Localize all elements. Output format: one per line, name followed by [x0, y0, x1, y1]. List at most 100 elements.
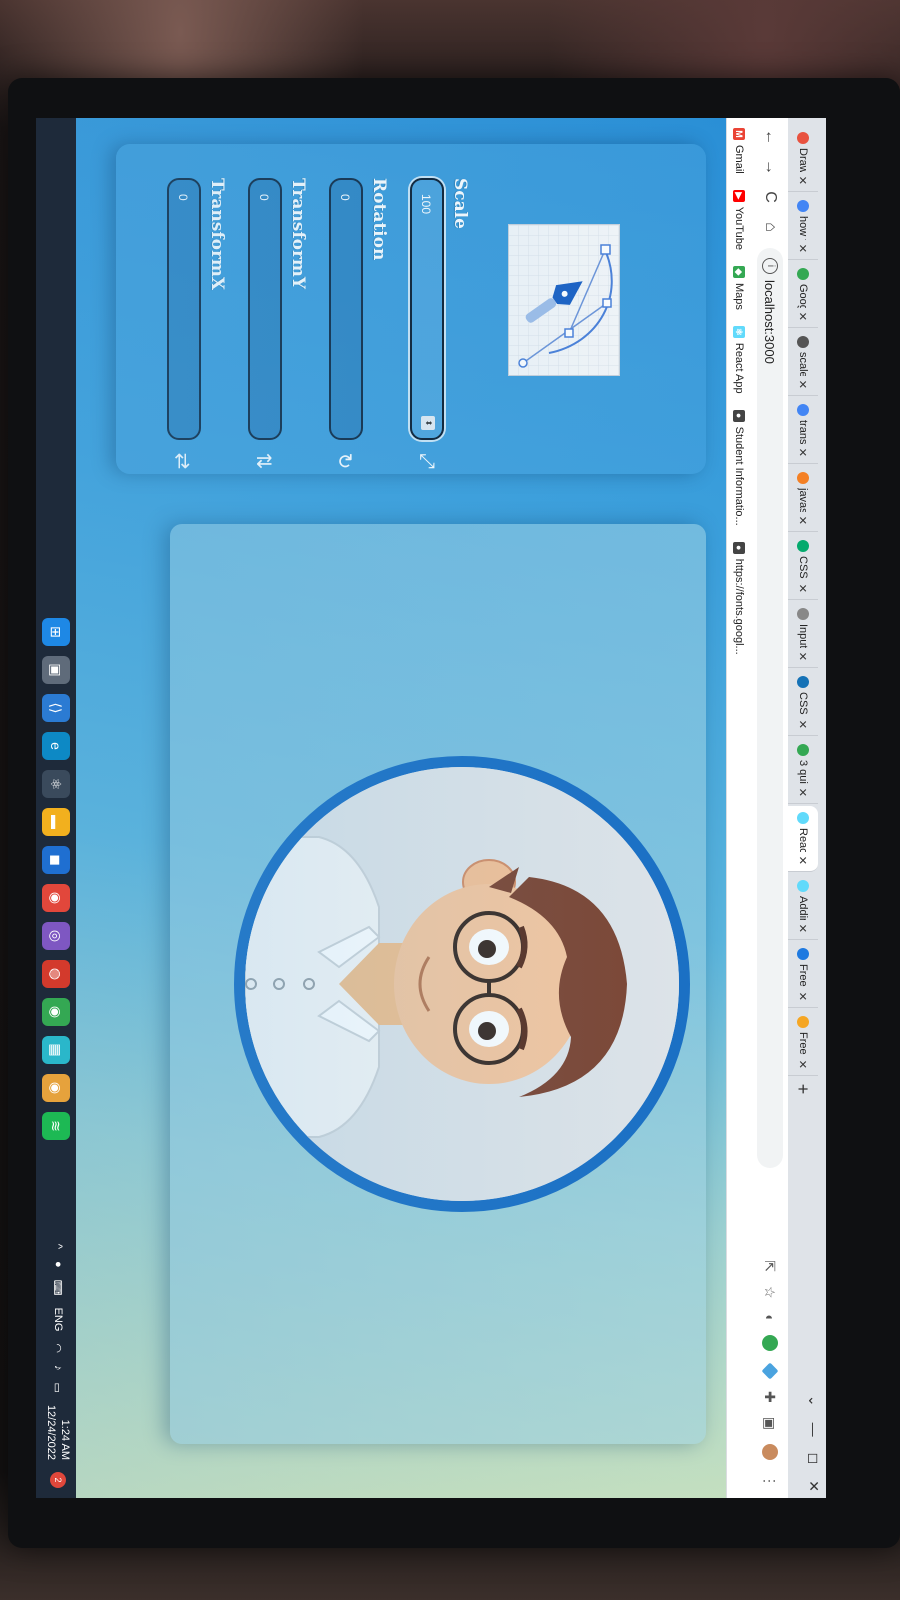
browser-tab[interactable]: javascript ✕: [788, 466, 818, 532]
app-red-icon[interactable]: ◍: [42, 960, 70, 988]
bookmark-label: Student Informatio...: [733, 426, 746, 526]
browser-tab[interactable]: CSS Grad ✕: [788, 670, 818, 736]
home-button[interactable]: ⌂: [761, 218, 779, 236]
react-devtool-icon[interactable]: ⚛: [42, 770, 70, 798]
tab-close-icon[interactable]: ✕: [797, 380, 810, 389]
tray-app-icon[interactable]: ●: [52, 1261, 64, 1268]
chrome-profile-icon[interactable]: ◉: [42, 998, 70, 1026]
extension-icon[interactable]: ◖: [762, 1313, 778, 1321]
taskbar: ⊞ ▣ ⟨⟩ e ⚛ ▬ ◼ ◉ ◎ ◍ ◉ ▦ ◉ ≋ ^ ● ⌨ ENG ◠…: [36, 118, 76, 1498]
tab-favicon-icon: [797, 200, 809, 212]
browser-tab[interactable]: Input | N ✕: [788, 602, 818, 668]
bookmark-item[interactable]: ◆ Maps: [733, 265, 746, 310]
browser-tab[interactable]: CSS Box S ✕: [788, 534, 818, 600]
start-icon[interactable]: ⊞: [42, 618, 70, 646]
file-explorer-icon[interactable]: ▬: [42, 808, 70, 836]
horizontal-arrows-icon: ⇄: [171, 452, 193, 470]
notification-badge[interactable]: 2: [50, 1472, 66, 1488]
battery-icon[interactable]: ▭: [52, 1383, 65, 1393]
language-indicator[interactable]: ENG: [52, 1308, 64, 1332]
tab-close-icon[interactable]: ✕: [797, 312, 810, 321]
extensions-puzzle-icon[interactable]: ✚: [762, 1391, 779, 1403]
browser-tab[interactable]: React App ✕: [788, 806, 818, 872]
browser-tab[interactable]: 3 quick w ✕: [788, 738, 818, 804]
keyboard-icon[interactable]: ⌨: [52, 1280, 65, 1296]
bookmark-item[interactable]: ● Student Informatio...: [733, 409, 746, 526]
store-icon[interactable]: ◼: [42, 846, 70, 874]
tab-search-icon[interactable]: ⌄: [805, 1395, 822, 1407]
bookmark-favicon-icon: ⚛: [733, 325, 746, 338]
tab-close-icon[interactable]: ✕: [797, 720, 810, 729]
browser-tab[interactable]: Drawing ✕: [788, 126, 818, 192]
back-button[interactable]: ←: [761, 128, 779, 146]
restore-icon[interactable]: ◻: [805, 1453, 822, 1465]
bookmark-item[interactable]: ● https://fonts.googl...: [733, 541, 746, 655]
tab-close-icon[interactable]: ✕: [797, 448, 810, 457]
browser-toolbar: ← → C ⌂ i localhost:3000 ⇱ ☆ ◖ ✚ ▣ ⋮: [752, 118, 788, 1498]
volume-icon[interactable]: ♪: [52, 1365, 64, 1371]
extension-blue-icon[interactable]: [761, 1362, 779, 1380]
profile-avatar[interactable]: [762, 1444, 778, 1460]
browser-tab[interactable]: Adding Ic ✕: [788, 874, 818, 940]
forward-button[interactable]: →: [761, 158, 779, 176]
browser-tab[interactable]: Free Illust ✕: [788, 1010, 818, 1076]
spotify-icon[interactable]: ≋: [42, 1112, 70, 1140]
chrome-canary-icon[interactable]: ◉: [42, 1074, 70, 1102]
bookmark-item[interactable]: ⚛ React App: [733, 325, 746, 394]
rotation-input[interactable]: [329, 192, 361, 376]
edge-icon[interactable]: e: [42, 732, 70, 760]
extension-green-icon[interactable]: [762, 1335, 778, 1352]
minimize-icon[interactable]: —: [805, 1423, 822, 1437]
tab-label: Input | N: [797, 624, 809, 648]
tab-close-icon[interactable]: ✕: [797, 924, 810, 933]
bookmark-favicon-icon: ◆: [733, 265, 746, 278]
tab-label: scale() - C: [797, 352, 809, 376]
browser-tab[interactable]: Google M ✕: [788, 262, 818, 328]
tab-close-icon[interactable]: ✕: [797, 516, 810, 525]
browser-tab[interactable]: transpare ✕: [788, 398, 818, 464]
scale-input[interactable]: [410, 192, 442, 376]
tab-label: Google M: [797, 284, 809, 308]
rotation-label: Rotation: [369, 178, 389, 261]
chrome-icon[interactable]: ◉: [42, 884, 70, 912]
app-purple-icon[interactable]: ◎: [42, 922, 70, 950]
transformx-input[interactable]: [167, 192, 199, 376]
tray-chevron-icon[interactable]: ^: [52, 1244, 64, 1249]
bookmark-star-icon[interactable]: ☆: [762, 1286, 779, 1299]
bookmark-item[interactable]: M Gmail: [733, 128, 746, 174]
menu-kebab-icon[interactable]: ⋮: [762, 1474, 779, 1488]
share-icon[interactable]: ⇱: [762, 1260, 779, 1272]
clock[interactable]: 1:24 AM 12/24/2022: [44, 1405, 72, 1460]
bookmarks-bar: M Gmail ▶ YouTube ◆ Maps ⚛ React App ● Student In…: [726, 118, 752, 1498]
app-teal-icon[interactable]: ▦: [42, 1036, 70, 1064]
tab-label: transpare: [797, 420, 809, 444]
tab-close-icon[interactable]: ✕: [797, 244, 810, 253]
reload-button[interactable]: C: [761, 188, 779, 206]
wifi-icon[interactable]: ◠: [52, 1343, 65, 1353]
taskbar-apps: ⊞ ▣ ⟨⟩ e ⚛ ▬ ◼ ◉ ◎ ◍ ◉ ▦ ◉ ≋: [42, 618, 70, 1140]
browser-tab[interactable]: Free Vect ✕: [788, 942, 818, 1008]
close-window-icon[interactable]: ✕: [805, 1480, 822, 1492]
transformy-input[interactable]: [248, 192, 280, 376]
task-view-icon[interactable]: ▣: [42, 656, 70, 684]
address-bar[interactable]: i localhost:3000: [757, 248, 783, 1168]
bookmark-item[interactable]: ▶ YouTube: [733, 189, 746, 250]
tab-favicon-icon: [797, 336, 809, 348]
tab-close-icon[interactable]: ✕: [797, 176, 810, 185]
side-panel-icon[interactable]: ▣: [762, 1417, 779, 1430]
bookmark-favicon-icon: ●: [733, 409, 746, 422]
tab-close-icon[interactable]: ✕: [797, 856, 810, 865]
transformy-field: ⇅: [248, 178, 282, 469]
browser-tab[interactable]: how to ac ✕: [788, 194, 818, 260]
transformy-control: TransformY ⇅: [248, 178, 308, 469]
browser-tab[interactable]: scale() - C ✕: [788, 330, 818, 396]
new-tab-button[interactable]: +: [788, 1078, 818, 1100]
scale-spinner[interactable]: ⬍: [421, 416, 435, 430]
tab-close-icon[interactable]: ✕: [797, 584, 810, 593]
tab-close-icon[interactable]: ✕: [797, 652, 810, 661]
vscode-icon[interactable]: ⟨⟩: [42, 694, 70, 722]
tab-close-icon[interactable]: ✕: [797, 788, 810, 797]
site-info-icon[interactable]: i: [762, 258, 778, 274]
tab-close-icon[interactable]: ✕: [797, 992, 810, 1001]
tab-close-icon[interactable]: ✕: [797, 1060, 810, 1069]
